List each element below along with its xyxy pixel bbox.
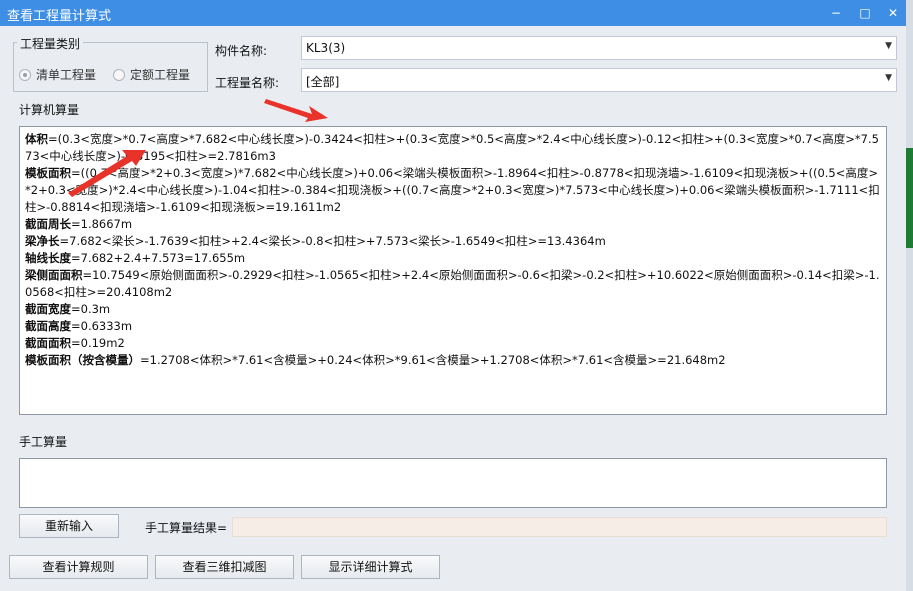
quantity-name-value: [全部] (306, 75, 340, 89)
quantity-name-select[interactable]: [全部] ▼ (301, 68, 897, 92)
formula-line: 截面面积=0.19m2 (25, 336, 125, 350)
background-window-edge (906, 0, 913, 591)
formula-line: 模板面积=((0.7<高度>*2+0.3<宽度>)*7.682<中心线长度>)+… (25, 166, 880, 214)
quantity-type-label: 工程量类别 (17, 35, 84, 52)
computer-calc-label: 计算机算量 (19, 103, 80, 117)
view-3d-button[interactable]: 查看三维扣减图 (155, 555, 294, 579)
formula-line: 截面宽度=0.3m (25, 302, 111, 316)
formula-line: 体积=(0.3<宽度>*0.7<高度>*7.682<中心线长度>)-0.3424… (25, 132, 879, 163)
red-arrow-icon (264, 99, 328, 122)
radio-list-quantity-label: 清单工程量 (36, 68, 97, 82)
minimize-icon[interactable]: − (822, 0, 850, 26)
component-name-label: 构件名称: (215, 44, 268, 58)
radio-quota-quantity-label: 定额工程量 (130, 68, 191, 82)
manual-result-field[interactable] (232, 517, 887, 537)
computer-calc-textbox[interactable]: 体积=(0.3<宽度>*0.7<高度>*7.682<中心线长度>)-0.3424… (19, 126, 887, 415)
background-window-fragment (906, 148, 913, 248)
manual-calc-label: 手工算量 (19, 435, 68, 449)
dropdown-arrow-icon: ▼ (885, 73, 892, 83)
close-icon[interactable]: ✕ (879, 0, 907, 26)
formula-line: 截面高度=0.6333m (25, 319, 133, 333)
reenter-button[interactable]: 重新输入 (19, 514, 119, 538)
component-name-value: KL3(3) (306, 41, 346, 55)
manual-result-label: 手工算量结果= (145, 521, 228, 535)
formula-line: 梁净长=7.682<梁长>-1.7639<扣柱>+2.4<梁长>-0.8<扣柱>… (25, 234, 606, 248)
radio-quota-quantity[interactable]: 定额工程量 (113, 66, 190, 83)
title-bar: 查看工程量计算式 − □ ✕ (0, 0, 906, 26)
formula-line: 轴线长度=7.682+2.4+7.573=17.655m (25, 251, 246, 265)
formula-line: 模板面积（按含模量）=1.2708<体积>*7.61<含模量>+0.24<体积>… (25, 353, 726, 367)
formula-line: 截面周长=1.8667m (25, 217, 133, 231)
formula-line: 梁侧面面积=10.7549<原始侧面面积>-0.2929<扣柱>-1.0565<… (25, 268, 880, 299)
radio-unselected-icon (113, 68, 125, 81)
window-title: 查看工程量计算式 (7, 9, 112, 24)
radio-list-quantity[interactable]: 清单工程量 (19, 66, 96, 83)
maximize-icon[interactable]: □ (851, 0, 879, 26)
quantity-name-label: 工程量名称: (215, 76, 280, 90)
manual-calc-input[interactable] (19, 458, 887, 508)
dropdown-arrow-icon: ▼ (885, 41, 892, 51)
view-rules-button[interactable]: 查看计算规则 (9, 555, 148, 579)
radio-selected-icon (19, 68, 31, 81)
component-name-select[interactable]: KL3(3) ▼ (301, 36, 897, 60)
show-detail-button[interactable]: 显示详细计算式 (301, 555, 440, 579)
